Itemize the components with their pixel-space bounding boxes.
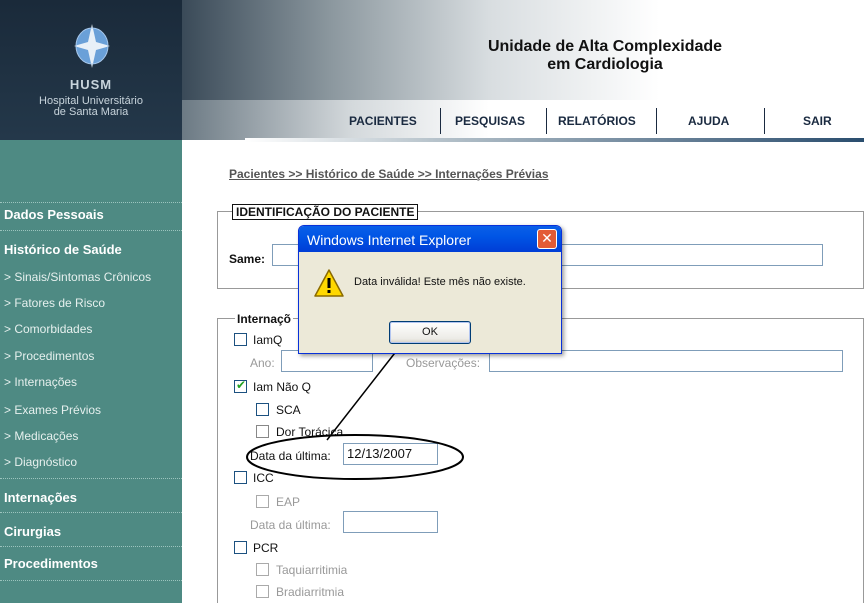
- sidebar-divider: [0, 202, 182, 203]
- hospital-cross-icon: [74, 24, 110, 68]
- close-icon[interactable]: ✕: [537, 229, 557, 249]
- page-title: Unidade de Alta Complexidade em Cardiolo…: [455, 38, 755, 74]
- sidebar-item-procedimentos[interactable]: Procedimentos: [0, 556, 182, 571]
- sidebar-item-cirurgias[interactable]: Cirurgias: [0, 524, 182, 539]
- sidebar-divider: [0, 512, 182, 513]
- taquiarritimia-checkbox[interactable]: [256, 563, 269, 576]
- nav-pacientes[interactable]: PACIENTES: [349, 114, 417, 128]
- eap-label: EAP: [276, 495, 301, 509]
- dialog-titlebar: Windows Internet Explorer ✕: [299, 226, 561, 252]
- icc-checkbox[interactable]: [234, 471, 247, 484]
- top-nav: PACIENTES PESQUISAS RELATÓRIOS AJUDA SAI…: [182, 100, 864, 140]
- logo-short-name: HUSM: [69, 77, 113, 92]
- observacoes-label: Observações:: [406, 356, 481, 370]
- iam-nao-q-checkbox[interactable]: [234, 378, 247, 393]
- sidebar-divider: [0, 478, 182, 479]
- data-ultima-input-2[interactable]: [343, 511, 438, 533]
- same-label: Same:: [229, 252, 266, 266]
- sidebar-subitem-fatores-risco[interactable]: > Fatores de Risco: [0, 296, 182, 310]
- page-title-line2: em Cardiologia: [547, 56, 663, 73]
- sidebar-divider: [0, 546, 182, 547]
- sidebar-subitem-internacoes[interactable]: > Internações: [0, 375, 182, 389]
- dialog-title: Windows Internet Explorer: [307, 232, 472, 248]
- sidebar: Dados Pessoais Histórico de Saúde > Sina…: [0, 140, 182, 603]
- sidebar-subitem-procedimentos[interactable]: > Procedimentos: [0, 349, 182, 363]
- breadcrumb[interactable]: Pacientes >> Histórico de Saúde >> Inter…: [229, 167, 549, 181]
- nav-ajuda[interactable]: AJUDA: [688, 114, 729, 128]
- sca-checkbox[interactable]: [256, 403, 269, 416]
- bradiarritmia-label: Bradiarritmia: [276, 585, 345, 599]
- nav-separator: [764, 108, 765, 134]
- eap-checkbox[interactable]: [256, 495, 269, 508]
- page-title-line1: Unidade de Alta Complexidade: [487, 38, 723, 55]
- sca-label: SCA: [276, 403, 301, 417]
- logo-full-name-line2: de Santa Maria: [53, 106, 129, 118]
- ano-label: Ano:: [250, 356, 275, 370]
- sidebar-subitem-diagnostico[interactable]: > Diagnóstico: [0, 455, 182, 469]
- pcr-label: PCR: [253, 541, 279, 555]
- dor-toracica-checkbox[interactable]: [256, 425, 269, 438]
- sidebar-subitem-exames[interactable]: > Exames Prévios: [0, 403, 182, 417]
- sidebar-subitem-comorbidades[interactable]: > Comorbidades: [0, 322, 182, 336]
- patient-id-legend: IDENTIFICAÇÃO DO PACIENTE: [232, 204, 419, 220]
- sidebar-divider: [0, 580, 182, 581]
- data-ultima-input-1[interactable]: 12/13/2007: [343, 443, 438, 465]
- nav-separator: [546, 108, 547, 134]
- taquiarritimia-label: Taquiarritimia: [276, 563, 348, 577]
- nav-relatorios[interactable]: RELATÓRIOS: [558, 114, 636, 128]
- dialog-message: Data inválida! Este mês não existe.: [354, 276, 526, 288]
- sidebar-subitem-medicacoes[interactable]: > Medicações: [0, 429, 182, 443]
- nav-separator: [656, 108, 657, 134]
- icc-label: ICC: [253, 471, 274, 485]
- sidebar-item-internacoes[interactable]: Internações: [0, 490, 182, 505]
- nav-pesquisas[interactable]: PESQUISAS: [455, 114, 525, 128]
- sidebar-subitem-sinais[interactable]: > Sinais/Sintomas Crônicos: [0, 270, 182, 284]
- logo-full-name: Hospital Universitário de Santa Maria: [0, 96, 182, 118]
- warning-icon: [314, 269, 344, 297]
- internacoes-legend: Internaçõ: [235, 312, 294, 326]
- sidebar-divider: [0, 230, 182, 231]
- iam-nao-q-label: Iam Não Q: [253, 380, 312, 394]
- iamq-label: IamQ: [253, 333, 283, 347]
- nav-sair[interactable]: SAIR: [803, 114, 832, 128]
- sidebar-item-dados-pessoais[interactable]: Dados Pessoais: [0, 207, 182, 222]
- alert-dialog: Windows Internet Explorer ✕ Data inválid…: [298, 225, 562, 354]
- nav-separator: [440, 108, 441, 134]
- sidebar-item-historico-saude[interactable]: Histórico de Saúde: [0, 242, 182, 257]
- dor-toracica-label: Dor Torácica: [276, 425, 344, 439]
- data-ultima-label-1: Data da última:: [250, 449, 331, 463]
- iamq-checkbox[interactable]: [234, 333, 247, 346]
- data-ultima-label-2: Data da última:: [250, 518, 331, 532]
- bradiarritmia-checkbox[interactable]: [256, 585, 269, 598]
- pcr-checkbox[interactable]: [234, 541, 247, 554]
- ok-button[interactable]: OK: [389, 321, 471, 344]
- nav-underline: [245, 138, 864, 142]
- app-window: HUSM Hospital Universitário de Santa Mar…: [0, 0, 864, 603]
- hospital-logo-block: HUSM Hospital Universitário de Santa Mar…: [0, 0, 182, 140]
